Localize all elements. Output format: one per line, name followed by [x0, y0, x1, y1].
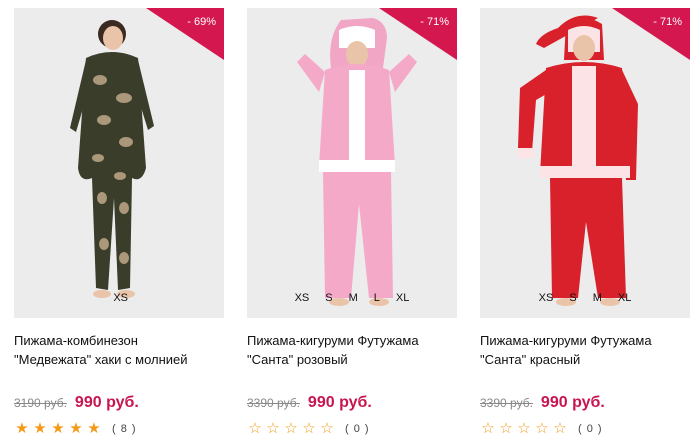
- product-photo[interactable]: - 69% XS: [14, 8, 224, 318]
- current-price: 990 руб.: [307, 394, 372, 411]
- product-card[interactable]: - 71% XS S M XL Пижама-кигуруми Футужама…: [480, 8, 690, 448]
- current-price: 990 руб.: [74, 394, 139, 411]
- star-empty-icon: ☆: [302, 420, 316, 437]
- product-photo[interactable]: - 71% XS S M XL: [480, 8, 690, 318]
- product-title-line: Пижама-кигуруми Футужама: [247, 333, 419, 348]
- product-title-line: Пижама-комбинезон: [14, 333, 138, 348]
- star-filled-icon: ★: [15, 420, 29, 437]
- product-title[interactable]: Пижама-комбинезон "Медвежата" хаки с мол…: [14, 331, 224, 369]
- size-option[interactable]: M: [593, 292, 602, 304]
- star-filled-icon: ★: [51, 420, 65, 437]
- product-title-line: Пижама-кигуруми Футужама: [480, 333, 652, 348]
- size-option[interactable]: XS: [295, 292, 310, 304]
- rating[interactable]: ☆ ☆ ☆ ☆ ☆ ( 0 ): [480, 421, 603, 437]
- size-option[interactable]: XS: [539, 292, 554, 304]
- size-list: XS S M L XL: [247, 292, 457, 304]
- discount-badge: - 71%: [379, 8, 457, 60]
- star-empty-icon: ☆: [284, 420, 298, 437]
- size-option[interactable]: S: [325, 292, 332, 304]
- current-price: 990 руб.: [540, 394, 605, 411]
- discount-label: - 71%: [420, 16, 449, 28]
- discount-badge: - 71%: [612, 8, 690, 60]
- star-filled-icon: ★: [87, 420, 101, 437]
- old-price: 3390 руб.: [247, 396, 300, 410]
- size-list: XS: [14, 292, 224, 304]
- size-option[interactable]: XL: [618, 292, 631, 304]
- product-photo[interactable]: - 71% XS S M L XL: [247, 8, 457, 318]
- discount-badge: - 69%: [146, 8, 224, 60]
- rating[interactable]: ☆ ☆ ☆ ☆ ☆ ( 0 ): [247, 421, 370, 437]
- price-block: 3190 руб. 990 руб.: [14, 394, 139, 412]
- size-option[interactable]: S: [569, 292, 576, 304]
- product-card[interactable]: - 71% XS S M L XL Пижама-кигуруми Футужа…: [247, 8, 457, 448]
- product-title[interactable]: Пижама-кигуруми Футужама "Санта" розовый: [247, 331, 457, 369]
- old-price: 3390 руб.: [480, 396, 533, 410]
- star-filled-icon: ★: [33, 420, 47, 437]
- discount-label: - 71%: [653, 16, 682, 28]
- product-card[interactable]: - 69% XS Пижама-комбинезон "Медвежата" х…: [14, 8, 224, 448]
- product-title-line: "Санта" розовый: [247, 352, 348, 367]
- review-count: ( 8 ): [112, 423, 137, 435]
- price-block: 3390 руб. 990 руб.: [480, 394, 605, 412]
- price-block: 3390 руб. 990 руб.: [247, 394, 372, 412]
- star-empty-icon: ☆: [499, 420, 513, 437]
- size-option[interactable]: XL: [396, 292, 409, 304]
- size-option[interactable]: XS: [113, 292, 128, 304]
- star-filled-icon: ★: [69, 420, 83, 437]
- product-title-line: "Санта" красный: [480, 352, 581, 367]
- star-empty-icon: ☆: [320, 420, 334, 437]
- size-option[interactable]: L: [374, 292, 380, 304]
- star-empty-icon: ☆: [517, 420, 531, 437]
- review-count: ( 0 ): [578, 423, 603, 435]
- size-option[interactable]: M: [349, 292, 358, 304]
- product-title-line: "Медвежата" хаки с молнией: [14, 352, 188, 367]
- size-list: XS S M XL: [480, 292, 690, 304]
- review-count: ( 0 ): [345, 423, 370, 435]
- discount-label: - 69%: [187, 16, 216, 28]
- old-price: 3190 руб.: [14, 396, 67, 410]
- star-empty-icon: ☆: [266, 420, 280, 437]
- rating[interactable]: ★ ★ ★ ★ ★ ( 8 ): [14, 421, 137, 437]
- product-title[interactable]: Пижама-кигуруми Футужама "Санта" красный: [480, 331, 690, 369]
- star-empty-icon: ☆: [535, 420, 549, 437]
- star-empty-icon: ☆: [553, 420, 567, 437]
- star-empty-icon: ☆: [248, 420, 262, 437]
- star-empty-icon: ☆: [481, 420, 495, 437]
